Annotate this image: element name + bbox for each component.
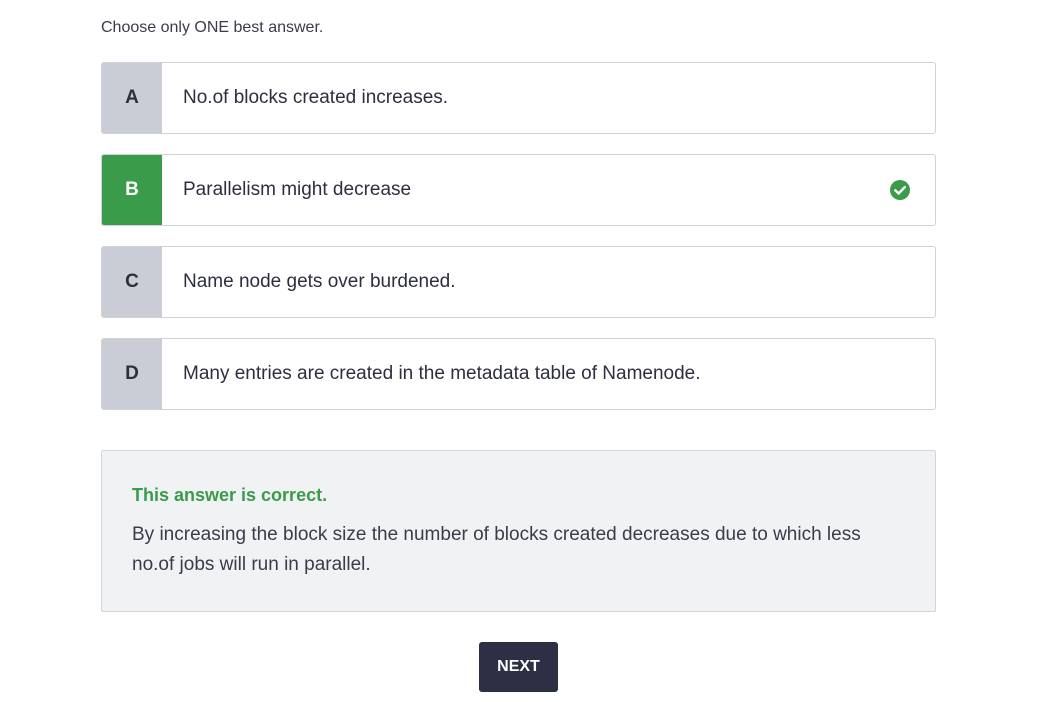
option-d[interactable]: D Many entries are created in the metada… xyxy=(101,338,936,410)
option-letter: A xyxy=(102,63,162,133)
option-text: Name node gets over burdened. xyxy=(183,271,456,292)
check-circle-icon xyxy=(890,180,910,200)
option-text: Many entries are created in the metadata… xyxy=(183,363,701,384)
option-letter: D xyxy=(102,339,162,409)
feedback-status: This answer is correct. xyxy=(132,485,328,505)
feedback-explanation: By increasing the block size the number … xyxy=(132,524,861,575)
answer-options: A No.of blocks created increases. B Para… xyxy=(101,62,936,430)
next-button[interactable]: NEXT xyxy=(479,642,558,692)
option-text: Parallelism might decrease xyxy=(183,179,412,200)
option-letter: C xyxy=(102,247,162,317)
option-c[interactable]: C Name node gets over burdened. xyxy=(101,246,936,318)
feedback-panel: This answer is correct. By increasing th… xyxy=(101,450,936,612)
instruction-text: Choose only ONE best answer. xyxy=(101,19,324,36)
option-a[interactable]: A No.of blocks created increases. xyxy=(101,62,936,134)
option-text: No.of blocks created increases. xyxy=(183,87,449,108)
option-b[interactable]: B Parallelism might decrease xyxy=(101,154,936,226)
option-letter: B xyxy=(102,155,162,225)
